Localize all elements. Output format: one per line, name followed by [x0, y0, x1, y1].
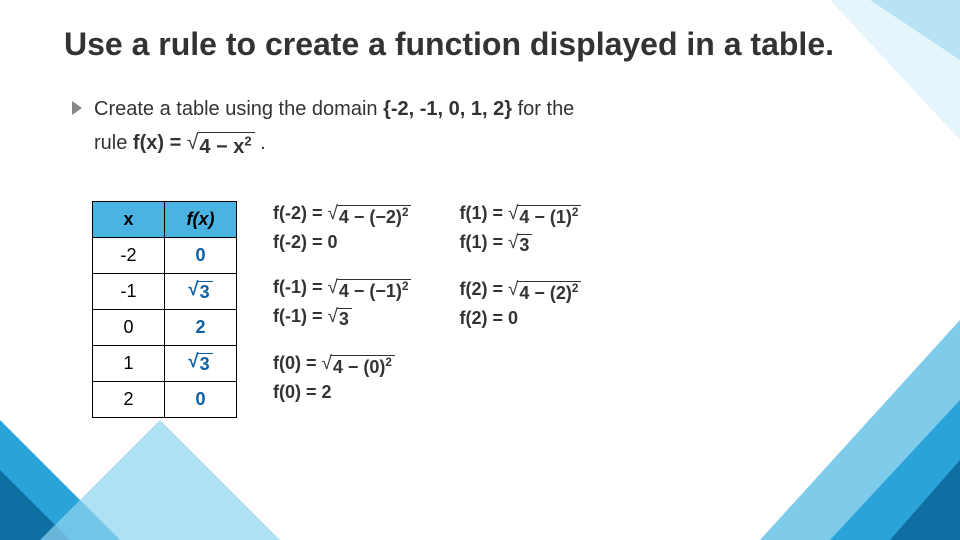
work-group: f(-1) = √4 − (−1)2f(-1) = √3 — [273, 275, 411, 333]
bullet-suffix: . — [260, 132, 266, 154]
work-group: f(0) = √4 − (0)2f(0) = 2 — [273, 351, 411, 407]
work-line: f(1) = √3 — [459, 230, 581, 257]
cell-fx: 0 — [165, 237, 237, 273]
cell-x: 2 — [93, 381, 165, 417]
bullet-text: Create a table using the domain {-2, -1,… — [94, 94, 574, 159]
cell-x: -1 — [93, 273, 165, 309]
function-table: x f(x) -20-1√3021√320 — [92, 201, 237, 418]
work-line: f(-2) = √4 − (−2)2 — [273, 201, 411, 229]
work-line: f(-1) = √4 − (−1)2 — [273, 275, 411, 303]
work-line: f(0) = 2 — [273, 380, 411, 404]
cell-x: 0 — [93, 309, 165, 345]
table-row: 20 — [93, 381, 237, 417]
bullet-mid: for the — [518, 98, 575, 120]
table-header-row: x f(x) — [93, 201, 237, 237]
rule-sqrt: √ 4 − x2 — [187, 132, 255, 159]
slide-title: Use a rule to create a function displaye… — [64, 24, 896, 64]
work-line: f(1) = √4 − (1)2 — [459, 201, 581, 229]
work-line: f(-1) = √3 — [273, 304, 411, 331]
cell-fx: 2 — [165, 309, 237, 345]
rule-exp: 2 — [244, 133, 251, 148]
work-group: f(-2) = √4 − (−2)2f(-2) = 0 — [273, 201, 411, 257]
bullet-icon — [72, 101, 82, 115]
col-header-fx: f(x) — [165, 201, 237, 237]
work-group: f(1) = √4 − (1)2f(1) = √3 — [459, 201, 581, 259]
cell-fx: 0 — [165, 381, 237, 417]
work-group: f(2) = √4 − (2)2f(2) = 0 — [459, 277, 581, 333]
bullet-item: Create a table using the domain {-2, -1,… — [72, 94, 896, 159]
work-line: f(2) = 0 — [459, 306, 581, 330]
rule-radicand: 4 − x — [199, 136, 244, 158]
work-line: f(0) = √4 − (0)2 — [273, 351, 411, 379]
cell-x: -2 — [93, 237, 165, 273]
cell-x: 1 — [93, 345, 165, 381]
cell-fx: √3 — [165, 345, 237, 381]
work-line: f(-2) = 0 — [273, 230, 411, 254]
table-row: -1√3 — [93, 273, 237, 309]
bullet-line2-prefix: rule — [94, 132, 133, 154]
table-row: 1√3 — [93, 345, 237, 381]
cell-fx: √3 — [165, 273, 237, 309]
work-line: f(2) = √4 − (2)2 — [459, 277, 581, 305]
rule-lhs: f(x) = — [133, 132, 187, 154]
col-header-x: x — [93, 201, 165, 237]
bullet-prefix: Create a table using the domain — [94, 98, 383, 120]
bullet-domain: {-2, -1, 0, 1, 2} — [383, 98, 512, 120]
table-row: -20 — [93, 237, 237, 273]
table-row: 02 — [93, 309, 237, 345]
worked-computations: f(-2) = √4 − (−2)2f(-2) = 0 f(-1) = √4 − … — [273, 201, 581, 407]
